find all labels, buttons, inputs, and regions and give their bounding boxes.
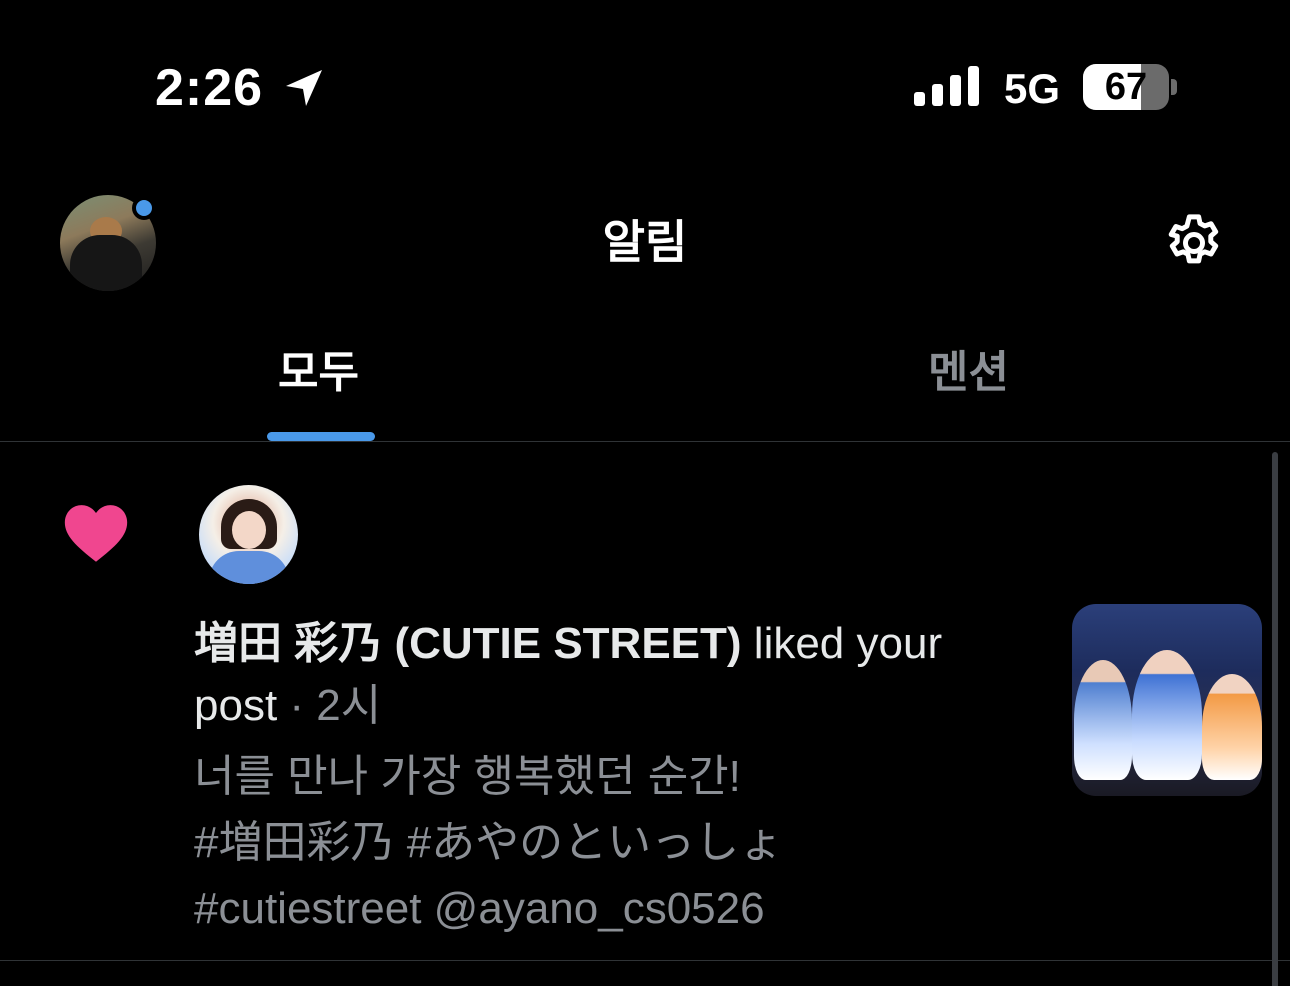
- battery-percent: 67: [1104, 66, 1148, 108]
- post-line: #増田彩乃 #あやのといっしょ: [194, 818, 784, 867]
- notification-text: 増田 彩乃 (CUTIE STREET) liked your post · 2…: [194, 613, 994, 737]
- post-line: #cutiestreet @ayano_cs0526: [194, 884, 765, 933]
- tab-all[interactable]: 모두: [278, 346, 359, 400]
- settings-gear-icon[interactable]: [1161, 210, 1227, 276]
- heart-icon: [64, 505, 128, 562]
- avatar-dress: [209, 551, 289, 584]
- thumb-figure: [1074, 660, 1132, 780]
- status-time: 2:26: [155, 59, 264, 117]
- page-title: 알림: [602, 216, 688, 268]
- thumb-figure: [1202, 674, 1262, 780]
- notifications-screen: 2:26 5G 67 알림 모두 멘션 増田 彩乃 (CUTIE STREET)…: [0, 0, 1290, 986]
- meta-separator: ·: [277, 681, 317, 730]
- tab-mentions[interactable]: 멘션: [928, 346, 1009, 400]
- tabs-divider: [0, 441, 1290, 442]
- liker-avatar[interactable]: [199, 485, 298, 584]
- action-text-line1: liked your: [741, 619, 943, 668]
- action-text-line2: post: [194, 681, 278, 730]
- avatar-face: [232, 511, 266, 549]
- post-thumbnail[interactable]: [1072, 604, 1262, 796]
- post-preview-text: 너를 만나 가장 행복했던 순간! #増田彩乃 #あやのといっしょ #cutie…: [194, 744, 1014, 942]
- scrollbar[interactable]: [1272, 452, 1278, 986]
- thumb-figure: [1132, 650, 1202, 780]
- cellular-signal-icon: [914, 66, 979, 106]
- battery-cap: [1171, 79, 1177, 95]
- active-tab-indicator: [267, 432, 375, 441]
- post-line: 너를 만나 가장 행복했던 순간!: [194, 752, 741, 801]
- location-arrow-icon: [286, 70, 322, 106]
- battery-icon: 67: [1083, 64, 1169, 110]
- item-divider: [0, 960, 1290, 961]
- network-type: 5G: [1004, 65, 1061, 112]
- liker-name[interactable]: 増田 彩乃 (CUTIE STREET): [194, 619, 742, 668]
- notification-time: 2시: [316, 681, 382, 730]
